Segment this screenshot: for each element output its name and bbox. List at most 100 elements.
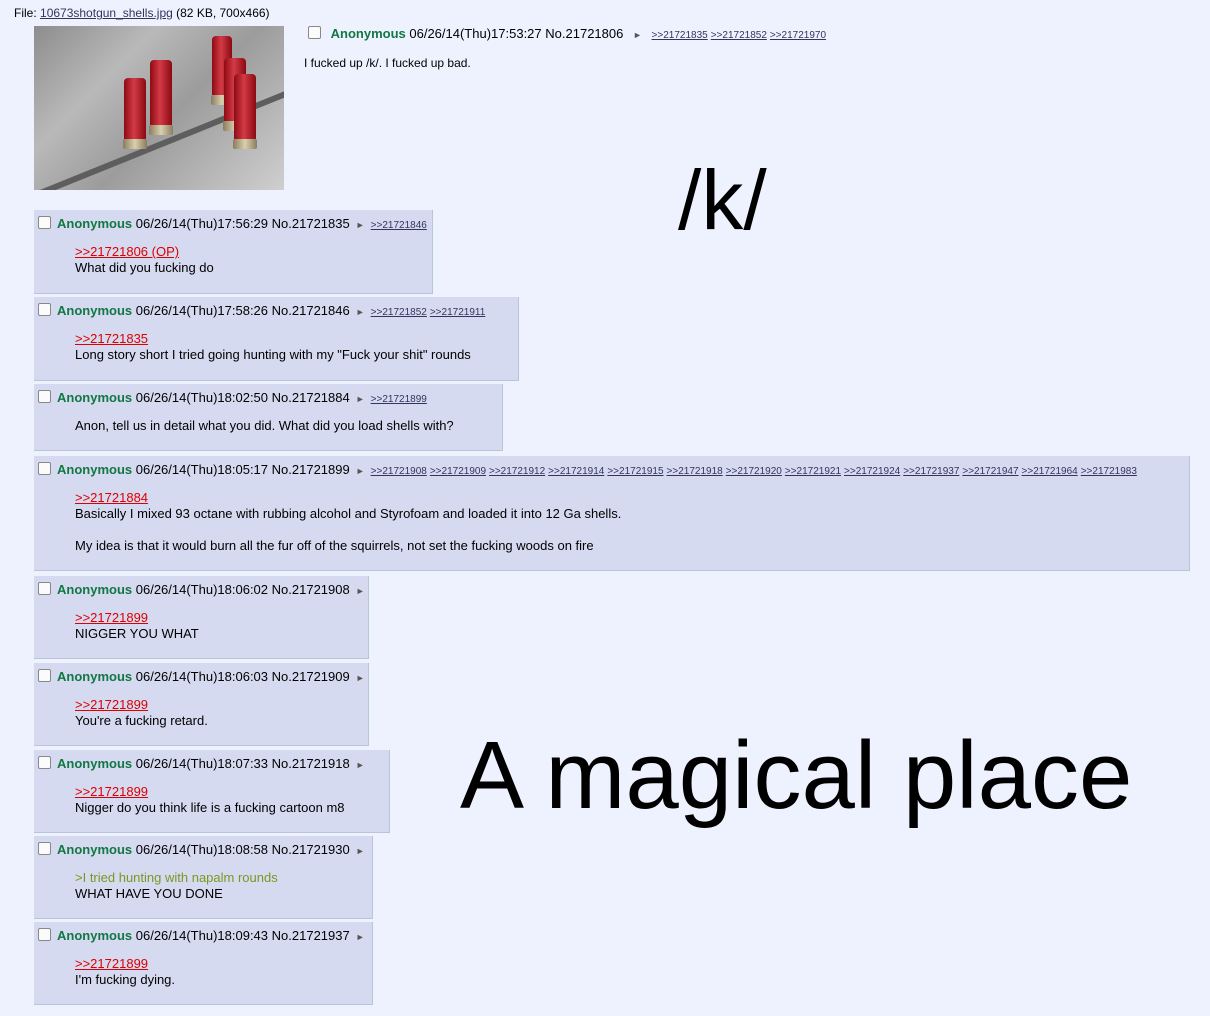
post-select-checkbox[interactable] — [38, 842, 51, 855]
post-message: Anon, tell us in detail what you did. Wh… — [75, 418, 496, 434]
quote-link[interactable]: >>21721899 — [75, 610, 362, 626]
post-backlink[interactable]: >>21721983 — [1081, 466, 1137, 477]
post-message: >>21721884 Basically I mixed 93 octane wi… — [75, 490, 1183, 554]
message-line: I'm fucking dying. — [75, 972, 176, 987]
post-menu-arrow-icon[interactable]: ► — [356, 586, 365, 596]
poster-name: Anonymous — [57, 582, 133, 597]
post-menu-arrow-icon[interactable]: ► — [356, 220, 365, 230]
post-select-checkbox[interactable] — [38, 669, 51, 682]
post-datetime: 06/26/14(Thu)18:06:03 — [135, 669, 269, 684]
post-backlink[interactable]: >>21721918 — [667, 466, 723, 477]
post-message: >>21721899 Nigger do you think life is a … — [75, 784, 383, 816]
post-backlink[interactable]: >>21721920 — [726, 466, 782, 477]
poster-name: Anonymous — [57, 928, 133, 943]
post-number[interactable]: No.21721884 — [272, 390, 350, 405]
overlay-board-name: /k/ — [678, 153, 767, 247]
post-info: Anonymous 06/26/14(Thu)17:58:26 No.21721… — [38, 301, 512, 321]
post-info: Anonymous 06/26/14(Thu)18:02:50 No.21721… — [38, 388, 496, 408]
post-backlink[interactable]: >>21721846 — [371, 220, 427, 231]
post-number[interactable]: No.21721909 — [272, 669, 350, 684]
message-line: Long story short I tried going hunting w… — [75, 347, 471, 362]
poster-name: Anonymous — [57, 216, 133, 231]
post-select-checkbox[interactable] — [38, 756, 51, 769]
post-message: >>21721899 I'm fucking dying. — [75, 956, 366, 988]
post-menu-arrow-icon[interactable]: ► — [356, 466, 365, 476]
op-post-info: Anonymous 06/26/14(Thu)17:53:27 No.21721… — [308, 26, 829, 41]
post-datetime: 06/26/14(Thu)17:56:29 — [135, 216, 269, 231]
post-number[interactable]: No.21721937 — [272, 928, 350, 943]
poster-name: Anonymous — [57, 756, 133, 771]
post-select-checkbox[interactable] — [38, 303, 51, 316]
post-select-checkbox[interactable] — [38, 582, 51, 595]
post-number[interactable]: No.21721918 — [272, 756, 350, 771]
message-line: WHAT HAVE YOU DONE — [75, 886, 223, 901]
post-backlink[interactable]: >>21721915 — [607, 466, 663, 477]
reply-post: Anonymous 06/26/14(Thu)18:07:33 No.21721… — [34, 750, 390, 833]
post-number[interactable]: No.21721930 — [272, 842, 350, 857]
quote-link[interactable]: >>21721835 — [75, 331, 512, 347]
quote-link[interactable]: >>21721806 (OP) — [75, 244, 426, 260]
post-info: Anonymous 06/26/14(Thu)18:07:33 No.21721… — [38, 754, 383, 774]
post-number[interactable]: No.21721846 — [272, 303, 350, 318]
post-backlink[interactable]: >>21721911 — [430, 307, 485, 318]
op-post-number[interactable]: No.21721806 — [545, 26, 623, 41]
op-backlink[interactable]: >>21721852 — [711, 30, 767, 41]
post-menu-arrow-icon[interactable]: ► — [356, 307, 365, 317]
post-backlink[interactable]: >>21721921 — [785, 466, 841, 477]
post-info: Anonymous 06/26/14(Thu)17:56:29 No.21721… — [38, 214, 427, 234]
post-backlink[interactable]: >>21721947 — [962, 466, 1018, 477]
post-menu-arrow-icon[interactable]: ► — [356, 394, 365, 404]
post-select-checkbox[interactable] — [38, 216, 51, 229]
quote-link[interactable]: >>21721899 — [75, 697, 362, 713]
message-line: What did you fucking do — [75, 260, 214, 275]
post-message: >>21721899 NIGGER YOU WHAT — [75, 610, 362, 642]
post-menu-arrow-icon[interactable]: ► — [356, 673, 365, 683]
reply-post: Anonymous 06/26/14(Thu)17:56:29 No.21721… — [34, 210, 433, 294]
post-message: >>21721835 Long story short I tried going… — [75, 331, 512, 363]
post-select-checkbox[interactable] — [38, 462, 51, 475]
poster-name: Anonymous — [57, 390, 133, 405]
reply-post: Anonymous 06/26/14(Thu)18:06:02 No.21721… — [34, 576, 369, 659]
post-number[interactable]: No.21721835 — [272, 216, 350, 231]
post-select-checkbox[interactable] — [38, 928, 51, 941]
file-name-link[interactable]: 10673shotgun_shells.jpg — [40, 6, 173, 20]
message-line: Basically I mixed 93 octane with rubbing… — [75, 506, 622, 521]
post-datetime: 06/26/14(Thu)18:02:50 — [135, 390, 269, 405]
post-backlink[interactable]: >>21721852 — [371, 307, 427, 318]
quote-link[interactable]: >>21721884 — [75, 490, 1183, 506]
post-number[interactable]: No.21721908 — [272, 582, 350, 597]
post-menu-arrow-icon[interactable]: ► — [356, 932, 365, 942]
post-info: Anonymous 06/26/14(Thu)18:06:03 No.21721… — [38, 667, 365, 687]
post-datetime: 06/26/14(Thu)18:07:33 — [135, 756, 269, 771]
greentext-line: >I tried hunting with napalm rounds — [75, 870, 278, 885]
message-line: Anon, tell us in detail what you did. Wh… — [75, 418, 454, 433]
post-select-checkbox[interactable] — [38, 390, 51, 403]
op-select-checkbox[interactable] — [308, 26, 321, 39]
post-backlink[interactable]: >>21721937 — [903, 466, 959, 477]
post-backlink[interactable]: >>21721899 — [371, 394, 427, 405]
post-message: >>21721806 (OP) What did you fucking do — [75, 244, 426, 276]
op-backlink[interactable]: >>21721835 — [652, 30, 708, 41]
op-thumbnail-image[interactable] — [34, 26, 284, 190]
post-message: >I tried hunting with napalm rounds WHAT … — [75, 870, 366, 902]
message-line: NIGGER YOU WHAT — [75, 626, 199, 641]
post-menu-arrow-icon[interactable]: ► — [356, 846, 365, 856]
post-menu-arrow-icon[interactable]: ► — [356, 760, 365, 770]
file-info: File: 10673shotgun_shells.jpg (82 KB, 70… — [14, 6, 270, 20]
post-number[interactable]: No.21721899 — [272, 462, 350, 477]
post-menu-arrow-icon[interactable]: ► — [633, 30, 642, 40]
post-backlink[interactable]: >>21721912 — [489, 466, 545, 477]
quote-link[interactable]: >>21721899 — [75, 784, 383, 800]
op-backlink[interactable]: >>21721970 — [770, 30, 826, 41]
post-backlink[interactable]: >>21721924 — [844, 466, 900, 477]
post-info: Anonymous 06/26/14(Thu)18:08:58 No.21721… — [38, 840, 366, 860]
post-backlink[interactable]: >>21721964 — [1022, 466, 1078, 477]
post-backlink[interactable]: >>21721914 — [548, 466, 604, 477]
op-datetime: 06/26/14(Thu)17:53:27 — [409, 26, 542, 41]
message-line — [75, 522, 1183, 538]
post-backlink[interactable]: >>21721908 — [371, 466, 427, 477]
post-backlink[interactable]: >>21721909 — [430, 466, 486, 477]
quote-link[interactable]: >>21721899 — [75, 956, 366, 972]
reply-post: Anonymous 06/26/14(Thu)18:09:43 No.21721… — [34, 922, 373, 1005]
poster-name: Anonymous — [57, 842, 133, 857]
